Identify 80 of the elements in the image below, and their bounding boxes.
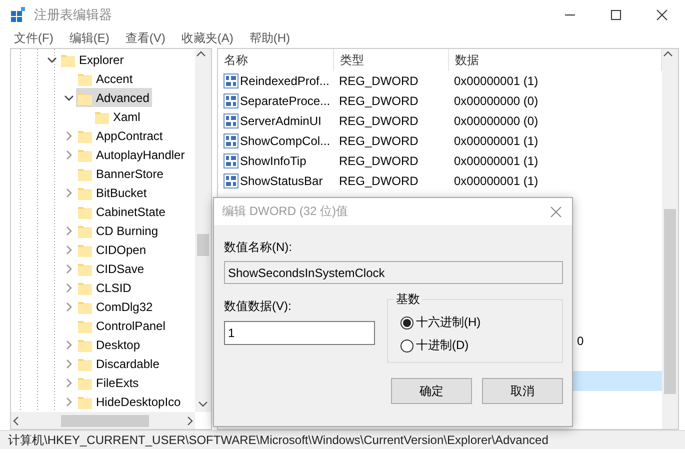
field-label: 数值数据(V):	[224, 298, 292, 315]
tree-item[interactable]: CIDSave	[76, 259, 148, 278]
scroll-left-icon[interactable]	[11, 414, 21, 426]
menu-item[interactable]: 收藏夹(A)	[173, 30, 242, 47]
window-title: 注册表编辑器	[34, 6, 113, 24]
tree-item[interactable]: AppContract	[76, 126, 166, 145]
vertical-scrollbar[interactable]	[195, 49, 211, 412]
scroll-up-icon[interactable]	[195, 49, 207, 59]
tree-item[interactable]: ComDlg32	[76, 297, 156, 316]
app-icon	[10, 7, 26, 23]
tree-item[interactable]: BannerStore	[76, 164, 166, 183]
radio-selected-icon	[400, 316, 414, 330]
value-name: ShowStatusBar	[240, 174, 323, 188]
value-type: REG_DWORD	[338, 74, 420, 88]
tree-item[interactable]: Accent	[76, 69, 136, 88]
radio-icon	[400, 338, 414, 352]
value-name: SeparateProce...	[240, 94, 330, 108]
binary-value-icon	[223, 173, 239, 189]
tree-item[interactable]: CLSID	[76, 278, 134, 297]
close-icon	[655, 9, 669, 21]
value-name: ShowCompCol...	[240, 134, 330, 148]
close-icon	[550, 206, 562, 218]
value-type: REG_DWORD	[338, 154, 420, 168]
tree-item[interactable]: CD Burning	[76, 221, 162, 240]
scrollbar-thumb[interactable]	[197, 234, 209, 256]
scroll-up-icon[interactable]	[662, 49, 674, 59]
value-type: REG_DWORD	[338, 134, 420, 148]
maximize-icon	[609, 9, 623, 21]
group-label: 基数	[395, 291, 421, 308]
binary-value-icon	[223, 133, 239, 149]
tree-item[interactable]: Desktop	[76, 335, 144, 354]
tree-item[interactable]: CabinetState	[76, 202, 168, 221]
value-type: REG_DWORD	[338, 94, 420, 108]
scroll-down-icon[interactable]	[197, 399, 209, 409]
radio-option[interactable]: 十进制(D)	[400, 337, 550, 354]
field-label: 数值名称(N):	[224, 239, 293, 256]
dialog-button[interactable]: 确定	[391, 378, 472, 404]
value-name-field[interactable]: ShowSecondsInSystemClock	[224, 261, 563, 284]
scroll-right-icon[interactable]	[185, 414, 195, 426]
scrollbar-thumb[interactable]	[664, 209, 676, 394]
vertical-scrollbar[interactable]	[662, 49, 678, 429]
value-name: ShowInfoTip	[240, 154, 306, 168]
value-type: REG_DWORD	[338, 174, 420, 188]
tree-item[interactable]: Xaml	[93, 107, 144, 126]
value-data: 0x00000000 (0)	[453, 94, 540, 108]
binary-value-icon	[223, 153, 239, 169]
scrollbar-thumb[interactable]	[61, 414, 149, 426]
dialog-button[interactable]: 取消	[482, 378, 563, 404]
binary-value-icon	[223, 113, 239, 129]
tree-item[interactable]: Discardable	[76, 354, 162, 373]
tree-item[interactable]: AutoplayHandler	[76, 145, 188, 164]
tree-item[interactable]: CIDOpen	[76, 240, 150, 259]
menu-item[interactable]: 帮助(H)	[241, 30, 298, 47]
tree-item[interactable]: HideDesktopIco	[76, 392, 184, 411]
tree-item[interactable]: Explorer	[59, 50, 127, 69]
value-data: 0x00000001 (1)	[453, 174, 540, 188]
menu-item[interactable]: 编辑(E)	[61, 30, 118, 47]
status-path: 计算机\HKEY_CURRENT_USER\SOFTWARE\Microsoft\Windows\CurrentVersion\Explorer\Advanced	[8, 432, 548, 448]
tree-item[interactable]: BitBucket	[76, 183, 150, 202]
radio-option[interactable]: 十六进制(H)	[400, 314, 550, 331]
menu-item[interactable]: 文件(F)	[6, 30, 62, 47]
value-type: REG_DWORD	[338, 114, 420, 128]
value-name: ServerAdminUI	[240, 114, 322, 128]
value-data: 0x00000001 (1)	[453, 134, 540, 148]
close-button[interactable]	[550, 206, 562, 218]
column-header[interactable]: 类型	[334, 49, 449, 71]
column-header[interactable]: 名称	[218, 49, 334, 71]
dialog-title: 编辑 DWORD (32 位)值	[222, 203, 348, 220]
binary-value-icon	[223, 93, 239, 109]
tree-item[interactable]: Advanced	[76, 88, 152, 107]
value-data: 0x00000001 (1)	[453, 154, 540, 168]
value-data: 0x00000001 (1)	[453, 74, 540, 88]
tree-item[interactable]: ControlPanel	[76, 316, 168, 335]
value-data-field[interactable]: 1	[224, 321, 375, 345]
horizontal-scrollbar[interactable]	[11, 412, 195, 429]
tree-item[interactable]: FileExts	[76, 373, 142, 392]
binary-value-icon	[223, 73, 239, 89]
menu-item[interactable]: 查看(V)	[117, 30, 174, 47]
value-data: 0x00000000 (0)	[453, 114, 540, 128]
value-name: ReindexedProf...	[240, 74, 330, 88]
